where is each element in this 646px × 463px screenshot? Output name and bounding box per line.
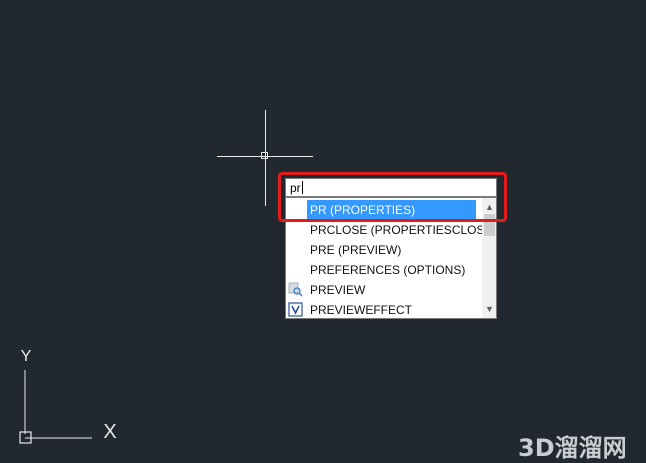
red-highlight-box — [278, 172, 507, 222]
crosshair-pickbox — [261, 152, 268, 159]
watermark: 3D溜溜网 — [518, 434, 627, 462]
autocomplete-item-label: PREVIEWEFFECT — [310, 303, 413, 317]
autocomplete-item-preview[interactable]: PREVIEW — [286, 280, 482, 300]
preview-magnifier-icon — [288, 282, 303, 297]
autocomplete-item-label: PRE (PREVIEW) — [310, 243, 402, 257]
autocomplete-item-prclose[interactable]: PRCLOSE (PROPERTIESCLOSE) — [286, 220, 482, 240]
autocomplete-item-label: PREVIEW — [310, 283, 366, 297]
autocomplete-item-label: PREFERENCES (OPTIONS) — [310, 263, 466, 277]
ucs-axis-icon: Y X — [19, 348, 117, 444]
autocomplete-item-preferences[interactable]: PREFERENCES (OPTIONS) — [286, 260, 482, 280]
scroll-down-arrow-icon[interactable]: ▼ — [482, 302, 496, 317]
autocomplete-item-pre[interactable]: PRE (PREVIEW) — [286, 240, 482, 260]
autocomplete-item-previeweffect[interactable]: PREVIEWEFFECT — [286, 300, 482, 318]
preview-effect-v-icon — [288, 302, 303, 317]
drawing-canvas[interactable]: pr PR (PROPERTIES) PRCLOSE (PROPERTIESCL… — [0, 0, 646, 463]
ucs-y-label: Y — [21, 348, 32, 365]
autocomplete-item-label: PRCLOSE (PROPERTIESCLOSE) — [310, 223, 482, 237]
ucs-x-label: X — [103, 421, 116, 443]
